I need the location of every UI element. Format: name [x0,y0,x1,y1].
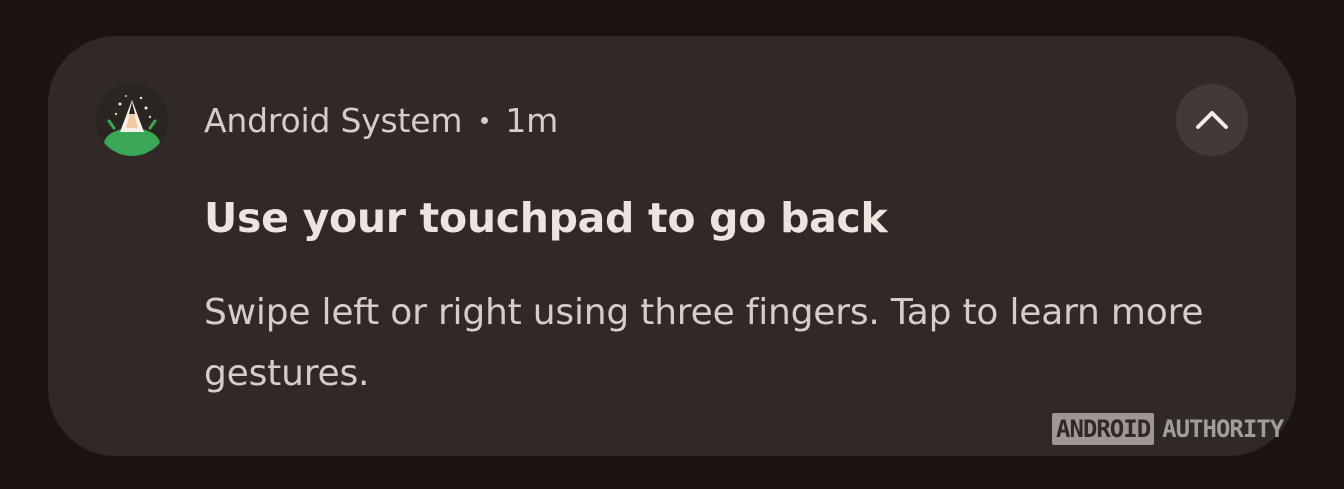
notification-card[interactable]: Android System 1m Use your touchpad to g… [48,36,1296,456]
notification-body: Swipe left or right using three fingers.… [204,292,1204,394]
app-name: Android System [204,100,463,140]
collapse-button[interactable] [1176,84,1248,156]
chevron-up-icon [1196,111,1228,129]
separator-dot [481,116,489,124]
notification-title: Use your touchpad to go back [204,194,888,242]
watermark-android: ANDROID [1052,413,1155,445]
watermark: ANDROID AUTHORITY [1052,413,1284,445]
android-system-app-icon [96,84,168,156]
notification-header: Android System 1m [204,98,558,142]
notification-time: 1m [505,100,559,140]
watermark-authority: AUTHORITY [1162,415,1284,443]
